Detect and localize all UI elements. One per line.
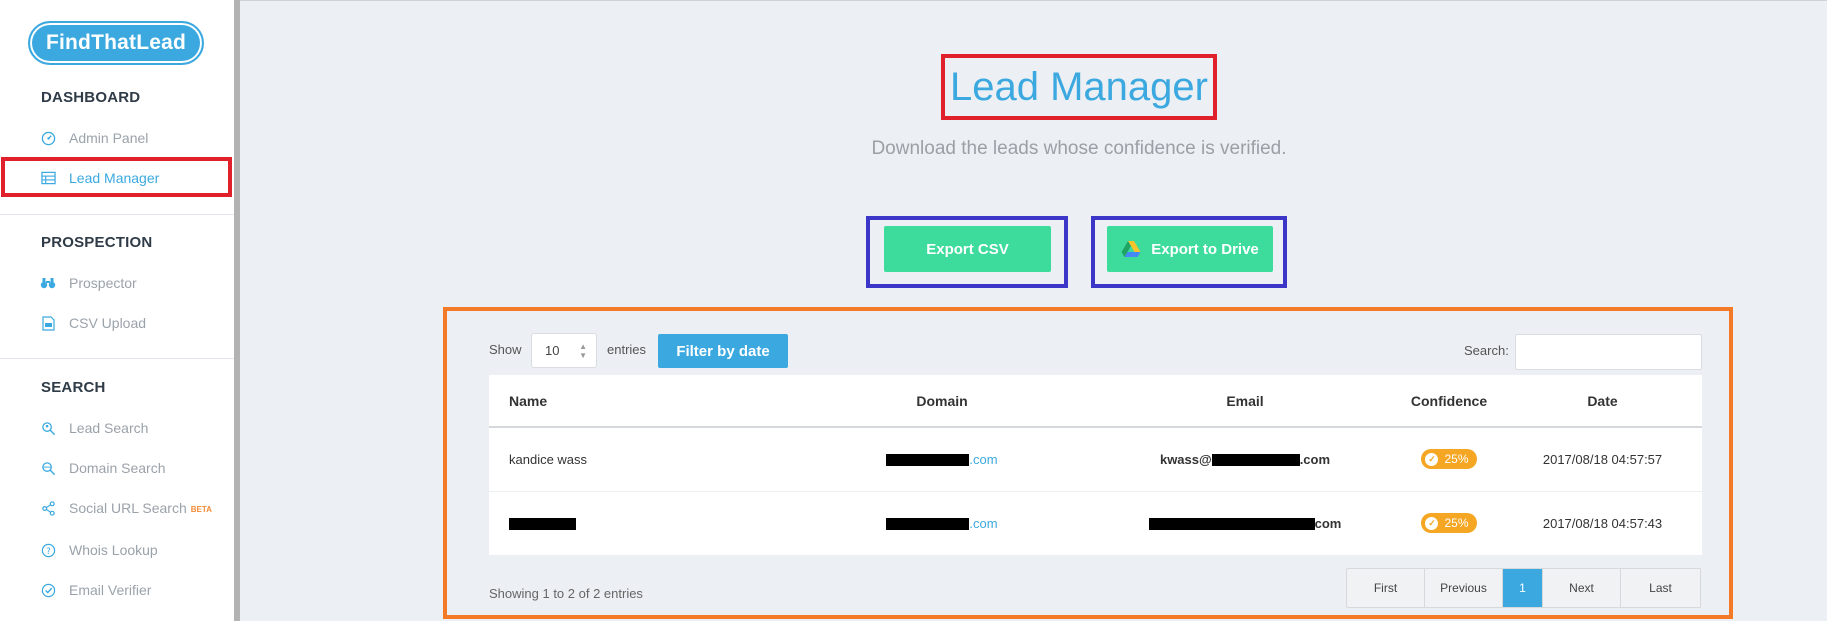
pagination-first[interactable]: First: [1347, 569, 1425, 607]
google-drive-icon: [1121, 240, 1141, 258]
entries-label: entries: [607, 342, 647, 357]
spinner-arrows-icon: ▲ ▼: [579, 342, 587, 360]
table-info: Showing 1 to 2 of 2 entries: [489, 586, 643, 601]
sidebar-divider: [0, 214, 234, 215]
sidebar-item-label: CSV Upload: [69, 315, 147, 331]
redacted-block: [886, 518, 970, 531]
confidence-value: 25%: [1444, 516, 1469, 530]
section-title-prospection: PROSPECTION: [41, 234, 153, 251]
filter-by-date-button[interactable]: Filter by date: [658, 334, 788, 368]
redacted-block: [1211, 454, 1300, 467]
search-input[interactable]: [1515, 334, 1702, 370]
lead-name: [489, 491, 789, 556]
table-header-row: Name Domain Email Confidence Date: [489, 375, 1702, 428]
highlight-box-lead-manager-nav: [1, 157, 232, 197]
app-logo[interactable]: FindThatLead: [28, 21, 204, 65]
sidebar-item-label: Prospector: [69, 275, 137, 291]
lead-date: 2017/08/18 04:57:57: [1503, 427, 1702, 492]
export-to-drive-label: Export to Drive: [1151, 240, 1259, 258]
section-title-dashboard: DASHBOARD: [41, 89, 141, 106]
binoculars-icon: [40, 275, 56, 291]
page-title: Lead Manager: [950, 64, 1208, 109]
lead-email: com: [1095, 491, 1395, 556]
export-to-drive-button[interactable]: Export to Drive: [1107, 226, 1273, 272]
domain-link[interactable]: .com: [969, 452, 997, 467]
share-nodes-icon: [40, 500, 56, 516]
confidence-badge: ✓ 25%: [1421, 449, 1477, 470]
lead-date: 2017/08/18 04:57:43: [1503, 491, 1702, 556]
magnifier-person-icon: [40, 420, 56, 436]
column-header-name[interactable]: Name: [489, 375, 789, 428]
lead-domain[interactable]: .com: [789, 427, 1095, 492]
check-icon: ✓: [1425, 516, 1439, 530]
top-border: [0, 0, 1827, 1]
svg-text:?: ?: [46, 545, 50, 555]
dashboard-gauge-icon: [40, 130, 56, 146]
sidebar: FindThatLead DASHBOARD Admin Panel Lead …: [0, 0, 234, 621]
sidebar-item-label: Admin Panel: [69, 130, 149, 146]
sidebar-item-whois-lookup[interactable]: ? Whois Lookup: [0, 533, 234, 567]
check-circle-icon: [40, 582, 56, 598]
pagination: First Previous 1 Next Last: [1346, 568, 1701, 608]
table-row[interactable]: kandice wass .com kwass@ .com ✓ 25% 2017/0…: [489, 427, 1702, 492]
entries-select[interactable]: 10 ▲ ▼: [531, 333, 597, 368]
pagination-page-1[interactable]: 1: [1503, 569, 1543, 607]
show-label: Show: [489, 342, 522, 357]
lead-name: kandice wass: [489, 427, 789, 492]
redacted-block: [1148, 518, 1315, 531]
redacted-block: [509, 518, 576, 531]
confidence-value: 25%: [1444, 452, 1469, 467]
search-label: Search:: [1464, 343, 1509, 358]
sidebar-item-label: Lead Search: [69, 420, 149, 436]
email-prefix: kwass@: [1159, 451, 1212, 467]
email-suffix: com: [1314, 515, 1342, 531]
pagination-next[interactable]: Next: [1543, 569, 1621, 607]
domain-link[interactable]: .com: [969, 516, 997, 531]
sidebar-item-csv-upload[interactable]: CSV Upload: [0, 306, 234, 340]
sidebar-item-email-verifier[interactable]: Email Verifier: [0, 573, 234, 607]
column-header-email[interactable]: Email: [1095, 375, 1395, 428]
sidebar-item-prospector[interactable]: Prospector: [0, 266, 234, 300]
sidebar-item-domain-search[interactable]: Domain Search: [0, 451, 234, 485]
pagination-previous[interactable]: Previous: [1425, 569, 1503, 607]
email-suffix: .com: [1299, 451, 1331, 467]
sidebar-item-lead-search[interactable]: Lead Search: [0, 411, 234, 445]
check-icon: ✓: [1425, 452, 1439, 466]
magnifier-globe-icon: [40, 460, 56, 476]
sidebar-item-social-url-search[interactable]: Social URL Search BETA: [0, 491, 234, 525]
sidebar-border: [234, 0, 240, 621]
export-csv-button[interactable]: Export CSV: [884, 226, 1051, 272]
sidebar-item-label: Domain Search: [69, 460, 166, 476]
lead-domain[interactable]: .com: [789, 491, 1095, 556]
section-title-search: SEARCH: [41, 379, 106, 396]
entries-select-value: 10: [545, 343, 560, 358]
column-header-confidence[interactable]: Confidence: [1395, 375, 1503, 428]
lead-confidence: ✓ 25%: [1395, 491, 1503, 556]
page-subtitle: Download the leads whose confidence is v…: [871, 138, 1287, 159]
pagination-last[interactable]: Last: [1621, 569, 1700, 607]
file-csv-icon: [40, 315, 56, 331]
confidence-badge: ✓ 25%: [1421, 513, 1477, 533]
table-row[interactable]: .com com ✓ 25% 2017/08/18 04:57:43: [489, 491, 1702, 556]
column-header-date[interactable]: Date: [1503, 375, 1702, 428]
sidebar-item-label: Social URL Search: [69, 500, 187, 516]
leads-table: Name Domain Email Confidence Date kandic…: [489, 375, 1702, 556]
beta-badge: BETA: [190, 504, 212, 514]
lead-confidence: ✓ 25%: [1395, 427, 1503, 492]
sidebar-item-label: Email Verifier: [69, 582, 152, 598]
sidebar-item-label: Whois Lookup: [69, 542, 158, 558]
lead-email: kwass@ .com: [1095, 427, 1395, 492]
sidebar-item-admin-panel[interactable]: Admin Panel: [0, 121, 234, 155]
redacted-block: [886, 454, 970, 467]
question-circle-icon: ?: [40, 542, 56, 558]
column-header-domain[interactable]: Domain: [789, 375, 1095, 428]
sidebar-divider: [0, 358, 234, 359]
